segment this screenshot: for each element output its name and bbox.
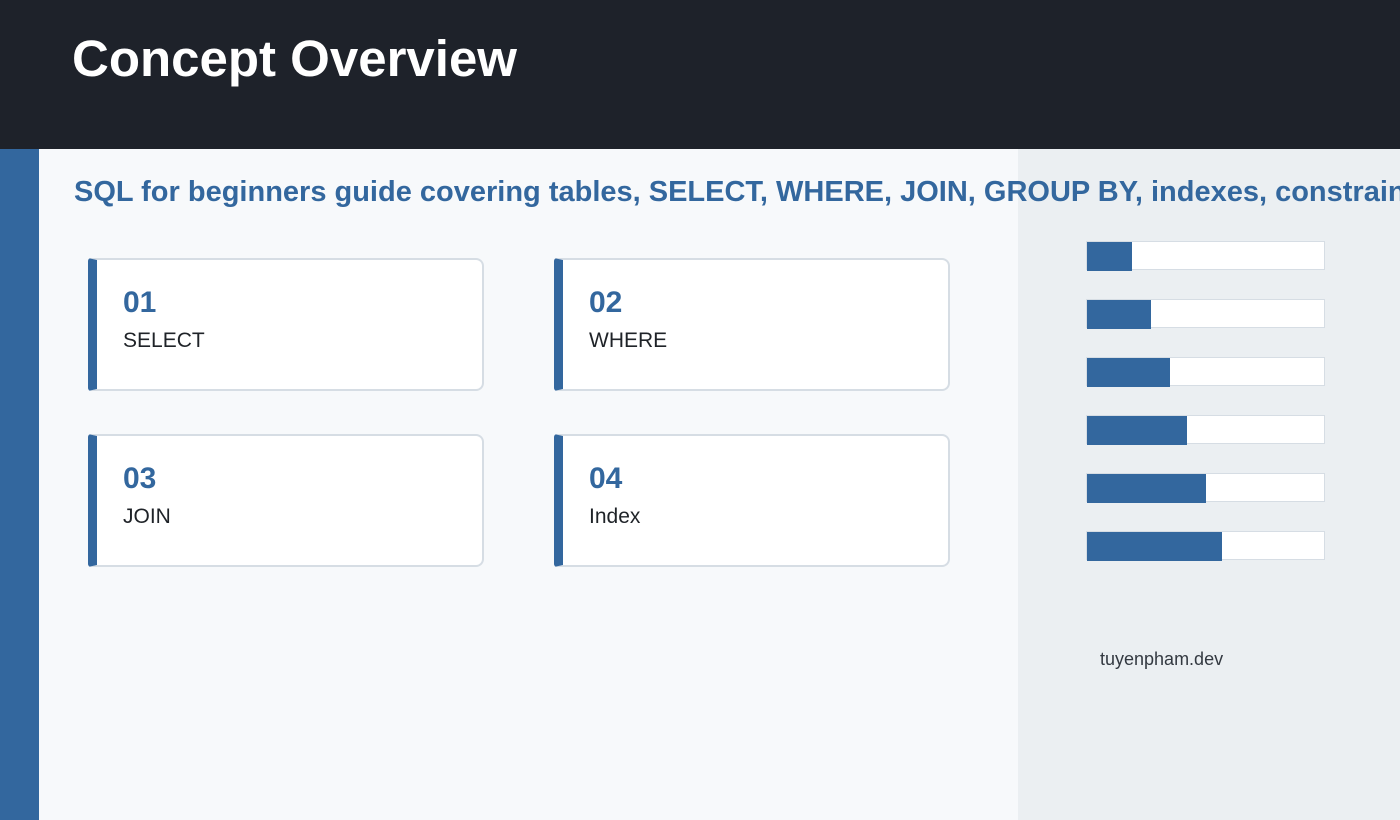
left-accent-strip xyxy=(0,149,39,820)
card-label: WHERE xyxy=(589,329,668,352)
card-number: 01 xyxy=(123,286,157,319)
progress-fill xyxy=(1087,242,1133,271)
concept-card-where: 02 WHERE xyxy=(554,258,950,391)
progress-bar-2 xyxy=(1086,299,1325,329)
card-number: 02 xyxy=(589,286,623,319)
card-label: Index xyxy=(589,505,641,528)
progress-bar-1 xyxy=(1086,241,1325,271)
concept-card-join: 03 JOIN xyxy=(88,434,484,567)
progress-fill xyxy=(1087,416,1187,445)
page-title: Concept Overview xyxy=(72,30,517,87)
progress-bar-3 xyxy=(1086,357,1325,387)
progress-fill xyxy=(1087,300,1151,329)
card-label: SELECT xyxy=(123,329,205,352)
progress-bar-4 xyxy=(1086,415,1325,445)
card-label: JOIN xyxy=(123,505,171,528)
header-bar: Concept Overview xyxy=(0,0,1400,149)
concept-card-select: 01 SELECT xyxy=(88,258,484,391)
card-number: 03 xyxy=(123,462,157,495)
progress-bar-5 xyxy=(1086,473,1325,503)
concept-card-index: 04 Index xyxy=(554,434,950,567)
progress-fill xyxy=(1087,532,1223,561)
progress-fill xyxy=(1087,474,1206,503)
card-number: 04 xyxy=(589,462,623,495)
site-credit: tuyenpham.dev xyxy=(1100,649,1224,669)
page-subtitle: SQL for beginners guide covering tables,… xyxy=(74,176,1400,208)
progress-fill xyxy=(1087,358,1170,387)
progress-bar-6 xyxy=(1086,531,1325,561)
